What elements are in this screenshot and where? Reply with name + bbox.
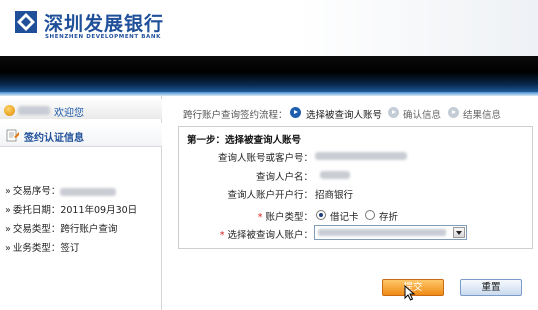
- sign-info-title: 签约认证信息: [24, 133, 84, 144]
- bank-name-cn: 深圳发展银行: [44, 13, 165, 35]
- info-trade-type: » 交易类型：跨行账户查询: [5, 224, 118, 235]
- info-date-value: 2011年09月30日: [60, 205, 138, 216]
- select-account-label-text: 选择被查询人账户：: [227, 230, 313, 241]
- document-icon: [6, 129, 19, 142]
- select-account-label: * 选择被查询人账户：: [179, 227, 313, 241]
- info-serial: » 交易序号：: [5, 183, 117, 197]
- info-business-type-label: 业务类型：: [12, 243, 61, 254]
- welcome-bar: 欢迎您: [0, 99, 162, 119]
- flow-step-3: 结果信息: [463, 110, 502, 121]
- serial-redacted: [60, 187, 117, 196]
- flow-step-2: 确认信息: [403, 110, 442, 121]
- info-trade-type-value: 跨行账户查询: [60, 224, 118, 235]
- sidebar: 欢迎您 签约认证信息 » 交易序号： » 委托日期：2011年09月30日 » 交易类…: [0, 96, 162, 310]
- step-arrow-icon: [388, 107, 399, 118]
- radio-debit-card-label[interactable]: 借记卡: [330, 209, 359, 223]
- target-account-select[interactable]: [314, 225, 467, 240]
- radio-passbook[interactable]: [365, 210, 375, 220]
- info-trade-type-label: 交易类型：: [12, 224, 61, 235]
- account-redacted: [315, 152, 407, 160]
- info-business-type: » 业务类型：签订: [5, 243, 80, 254]
- bank-name-en: SHENZHEN DEVELOPMENT BANK: [45, 34, 161, 40]
- flow-label: 跨行账户查询签约流程：: [183, 110, 288, 121]
- account-label: 查询人账号或客户号：: [217, 153, 313, 164]
- bank-label: 查询人账户开户行：: [227, 190, 313, 201]
- account-type-label-text: 账户类型：: [265, 212, 313, 223]
- sdb-logo-icon: [15, 11, 37, 33]
- radio-passbook-label[interactable]: 存折: [379, 209, 398, 223]
- step-arrow-icon: [290, 107, 301, 118]
- account-type-label: * 账户类型：: [179, 209, 313, 223]
- info-date: » 委托日期：2011年09月30日: [5, 205, 138, 216]
- mouse-cursor-icon: [404, 285, 416, 301]
- name-label: 查询人户名：: [255, 172, 313, 183]
- step-title: 第一步：选择被查询人账号: [187, 135, 302, 146]
- account-form: 第一步：选择被查询人账号 查询人账号或客户号： 查询人户名： 查询人账户开户行：…: [178, 126, 533, 249]
- radio-debit-card[interactable]: [316, 210, 326, 220]
- required-mark: *: [219, 230, 225, 241]
- name-redacted: [320, 171, 350, 179]
- sign-info-header: 签约认证信息: [0, 123, 162, 147]
- process-flow: 跨行账户查询签约流程： 选择被查询人账号 确认信息 结果信息: [175, 104, 538, 121]
- top-navbar: [0, 56, 538, 92]
- required-mark: *: [257, 212, 263, 223]
- info-serial-label: 交易序号：: [12, 186, 61, 197]
- selected-account-redacted: [318, 229, 446, 236]
- user-icon: [4, 105, 15, 116]
- bank-value: 招商银行: [315, 190, 354, 201]
- flow-step-1: 选择被查询人账号: [306, 110, 383, 121]
- chevron-down-icon[interactable]: [453, 227, 465, 238]
- info-business-type-value: 签订: [60, 243, 80, 254]
- bank-header: 深圳发展银行 SHENZHEN DEVELOPMENT BANK: [0, 0, 538, 56]
- user-name-redacted: [18, 106, 50, 115]
- step-arrow-icon: [448, 107, 459, 118]
- info-date-label: 委托日期：: [12, 205, 61, 216]
- reset-button[interactable]: 重置: [460, 279, 522, 296]
- main-content: 跨行账户查询签约流程： 选择被查询人账号 确认信息 结果信息 第一步：选择被查询…: [175, 96, 538, 310]
- welcome-text: 欢迎您: [54, 108, 84, 119]
